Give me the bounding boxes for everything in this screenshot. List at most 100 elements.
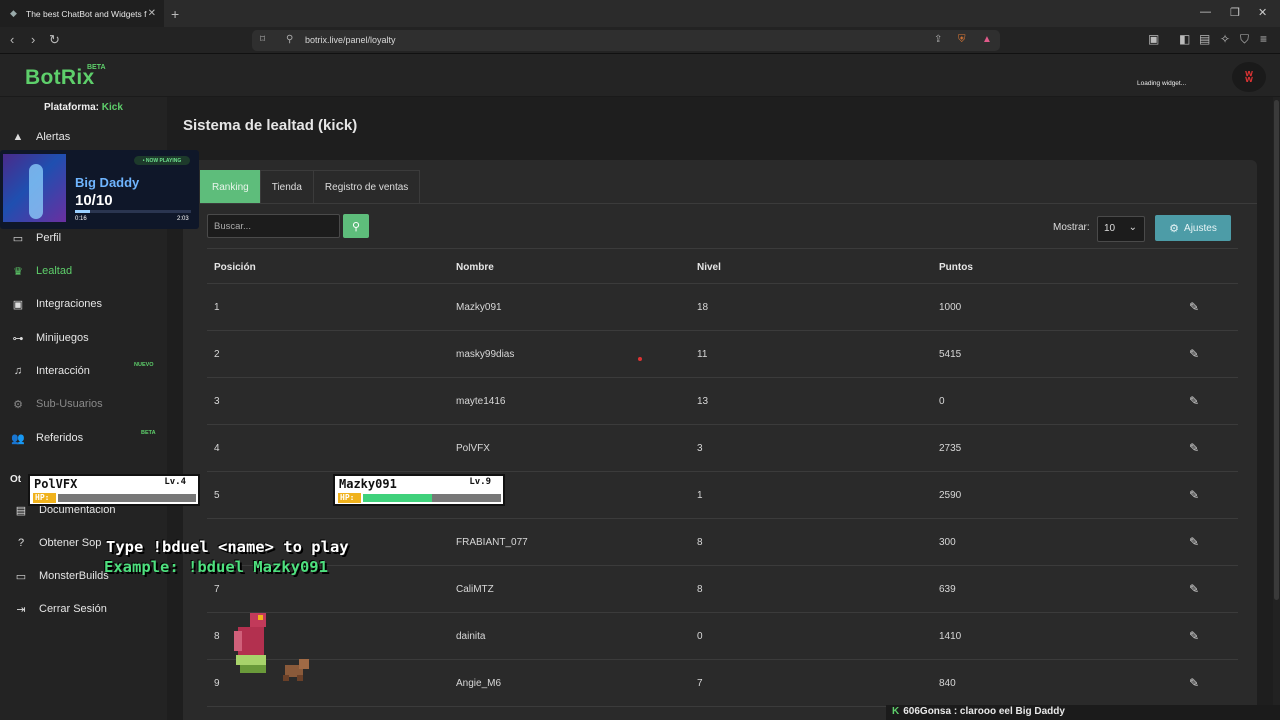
sidebar-item-perfil[interactable]: ▭ Perfil [10,228,165,248]
tab-title: The best ChatBot and Widgets f [26,8,147,19]
users-icon: 👥 [11,432,25,445]
duel-example: Example: !bduel Mazky091 [104,558,328,576]
grin-face-icon[interactable]: ʬ [1232,62,1266,92]
table-cell-pos: 7 [214,584,220,595]
table-row: FRABIANT_077 8 300 ✎ [207,519,1238,566]
sidebar-item-sub-usuarios[interactable]: ⚙ Sub-Usuarios [10,394,165,414]
hp-label: HP: [33,493,56,503]
hp-bar [363,494,501,502]
edit-icon[interactable]: ✎ [1189,441,1199,455]
tab-ranking[interactable]: Ranking [200,170,261,203]
minimize-icon[interactable]: — [1200,6,1211,18]
sidebar-item-cerrar-sesion[interactable]: ⇥ Cerrar Sesión [13,599,168,619]
table-row: 8 dainita 0 1410 ✎ [207,613,1238,660]
sidebar-item-integraciones[interactable]: ▣ Integraciones [10,294,165,314]
column-header[interactable]: Nivel [697,262,721,273]
table-cell-name: Angie_M6 [456,678,502,689]
table-cell-pos: 3 [214,396,220,407]
reader-icon[interactable]: ▣ [1148,32,1159,46]
album-art [3,154,66,222]
sidebar-item-alertas[interactable]: ▲ Alertas [10,127,165,147]
leo-icon[interactable]: ✧ [1220,32,1230,46]
fighter-sprite-icon [234,613,266,673]
edit-icon[interactable]: ✎ [1189,488,1199,502]
table-cell-pos: 9 [214,678,220,689]
bookmark-icon[interactable]: ⌑ [260,34,265,45]
new-tab-button[interactable]: + [171,6,179,22]
table-cell-points: 840 [939,678,956,689]
table-cell-level: 7 [697,678,703,689]
share-icon[interactable]: ⇪ [934,34,942,45]
close-window-icon[interactable]: ✕ [1258,6,1267,19]
search-input[interactable]: Buscar... [207,214,340,238]
chat-user: 606Gonsa [903,706,952,717]
id-card-icon: ▭ [12,232,24,245]
edit-icon[interactable]: ✎ [1189,300,1199,314]
search-button[interactable]: ⚲ [343,214,369,238]
site-header: BotRix BETA Loading widget... ʬ [0,54,1280,97]
rewards-icon[interactable]: ▲ [982,34,992,45]
table-cell-level: 1 [697,490,703,501]
tab-tienda[interactable]: Tienda [259,170,314,203]
fighter-name: PolVFX [34,477,78,491]
page-title: Sistema de lealtad (kick) [183,117,358,134]
duel-instructions: Type !bduel <name> to play [106,538,349,556]
gamepad-icon: ⊶ [12,332,24,345]
page-size-value: 10 [1104,223,1116,234]
sidebar-icon[interactable]: ◧ [1179,32,1190,46]
table-row: 1 Mazky091 18 1000 ✎ [207,284,1238,331]
column-header[interactable]: Nombre [456,262,494,273]
platform-indicator: Plataforma: Kick [44,102,123,113]
settings-button[interactable]: ⚙ Ajustes [1155,215,1231,241]
fighter-level: Lv.9 [469,477,491,487]
vpn-icon[interactable]: ⛉ [1240,32,1249,47]
tab-divider [200,203,1257,204]
sidebar-item-label: Obtener Sop [39,537,102,549]
sidebar-item-minijuegos[interactable]: ⊶ Minijuegos [10,328,165,348]
song-progress-fill [75,210,91,213]
back-icon[interactable]: ‹ [10,32,14,47]
hp-bar [58,494,196,502]
menu-icon[interactable]: ≡ [1260,32,1267,46]
time-elapsed: 0:16 [75,216,87,222]
table-cell-name: mayte1416 [456,396,506,407]
edit-icon[interactable]: ✎ [1189,629,1199,643]
table-cell-pos: 5 [214,490,220,501]
tab-registro-ventas[interactable]: Registro de ventas [312,170,421,203]
maximize-icon[interactable]: ❐ [1230,6,1240,19]
wallet-icon[interactable]: ▤ [1199,32,1210,46]
table-cell-level: 8 [697,537,703,548]
main-content: Sistema de lealtad (kick) Ranking Tienda… [167,97,1280,720]
monitor-icon: ▭ [15,570,27,583]
chat-message: K 606Gonsa : clarooo eel Big Daddy [886,705,1280,720]
forward-icon[interactable]: › [31,32,35,47]
column-header[interactable]: Puntos [939,262,973,273]
close-tab-icon[interactable]: ✕ [148,8,156,19]
edit-icon[interactable]: ✎ [1189,535,1199,549]
column-header[interactable]: Posición [214,262,256,273]
browser-tab[interactable]: ◆ The best ChatBot and Widgets f ✕ [0,0,164,27]
edit-icon[interactable]: ✎ [1189,347,1199,361]
edit-icon[interactable]: ✎ [1189,394,1199,408]
cog-icon: ⚙ [13,398,23,411]
red-dot-marker [638,357,642,361]
edit-icon[interactable]: ✎ [1189,582,1199,596]
sidebar-item-label: Integraciones [36,298,103,310]
platform-value: Kick [101,102,123,113]
url-bar[interactable]: ⌑ ⚲ botrix.live/panel/loyalty ⇪ ⛨ ▲ [252,30,1000,51]
brave-shield-icon[interactable]: ⛨ [958,34,966,45]
sidebar-item-label: Interacción [36,365,90,377]
reload-icon[interactable]: ↻ [49,32,60,48]
edit-icon[interactable]: ✎ [1189,676,1199,690]
fighter-hp-box: PolVFX Lv.4 HP: [28,474,200,506]
scrollbar-thumb[interactable] [1274,100,1279,600]
botrix-logo[interactable]: BotRix [25,66,94,90]
pet-sprite-icon [283,659,309,681]
section-label: Ot [10,474,22,485]
site-info-icon[interactable]: ⚲ [286,34,293,45]
page-size-select[interactable]: 10 ⌄ [1097,216,1145,242]
sidebar-item-label: Minijuegos [36,332,89,344]
sidebar-item-lealtad[interactable]: ♛ Lealtad [10,261,165,281]
plug-icon: ▣ [12,298,24,311]
help-icon: ? [17,537,25,549]
